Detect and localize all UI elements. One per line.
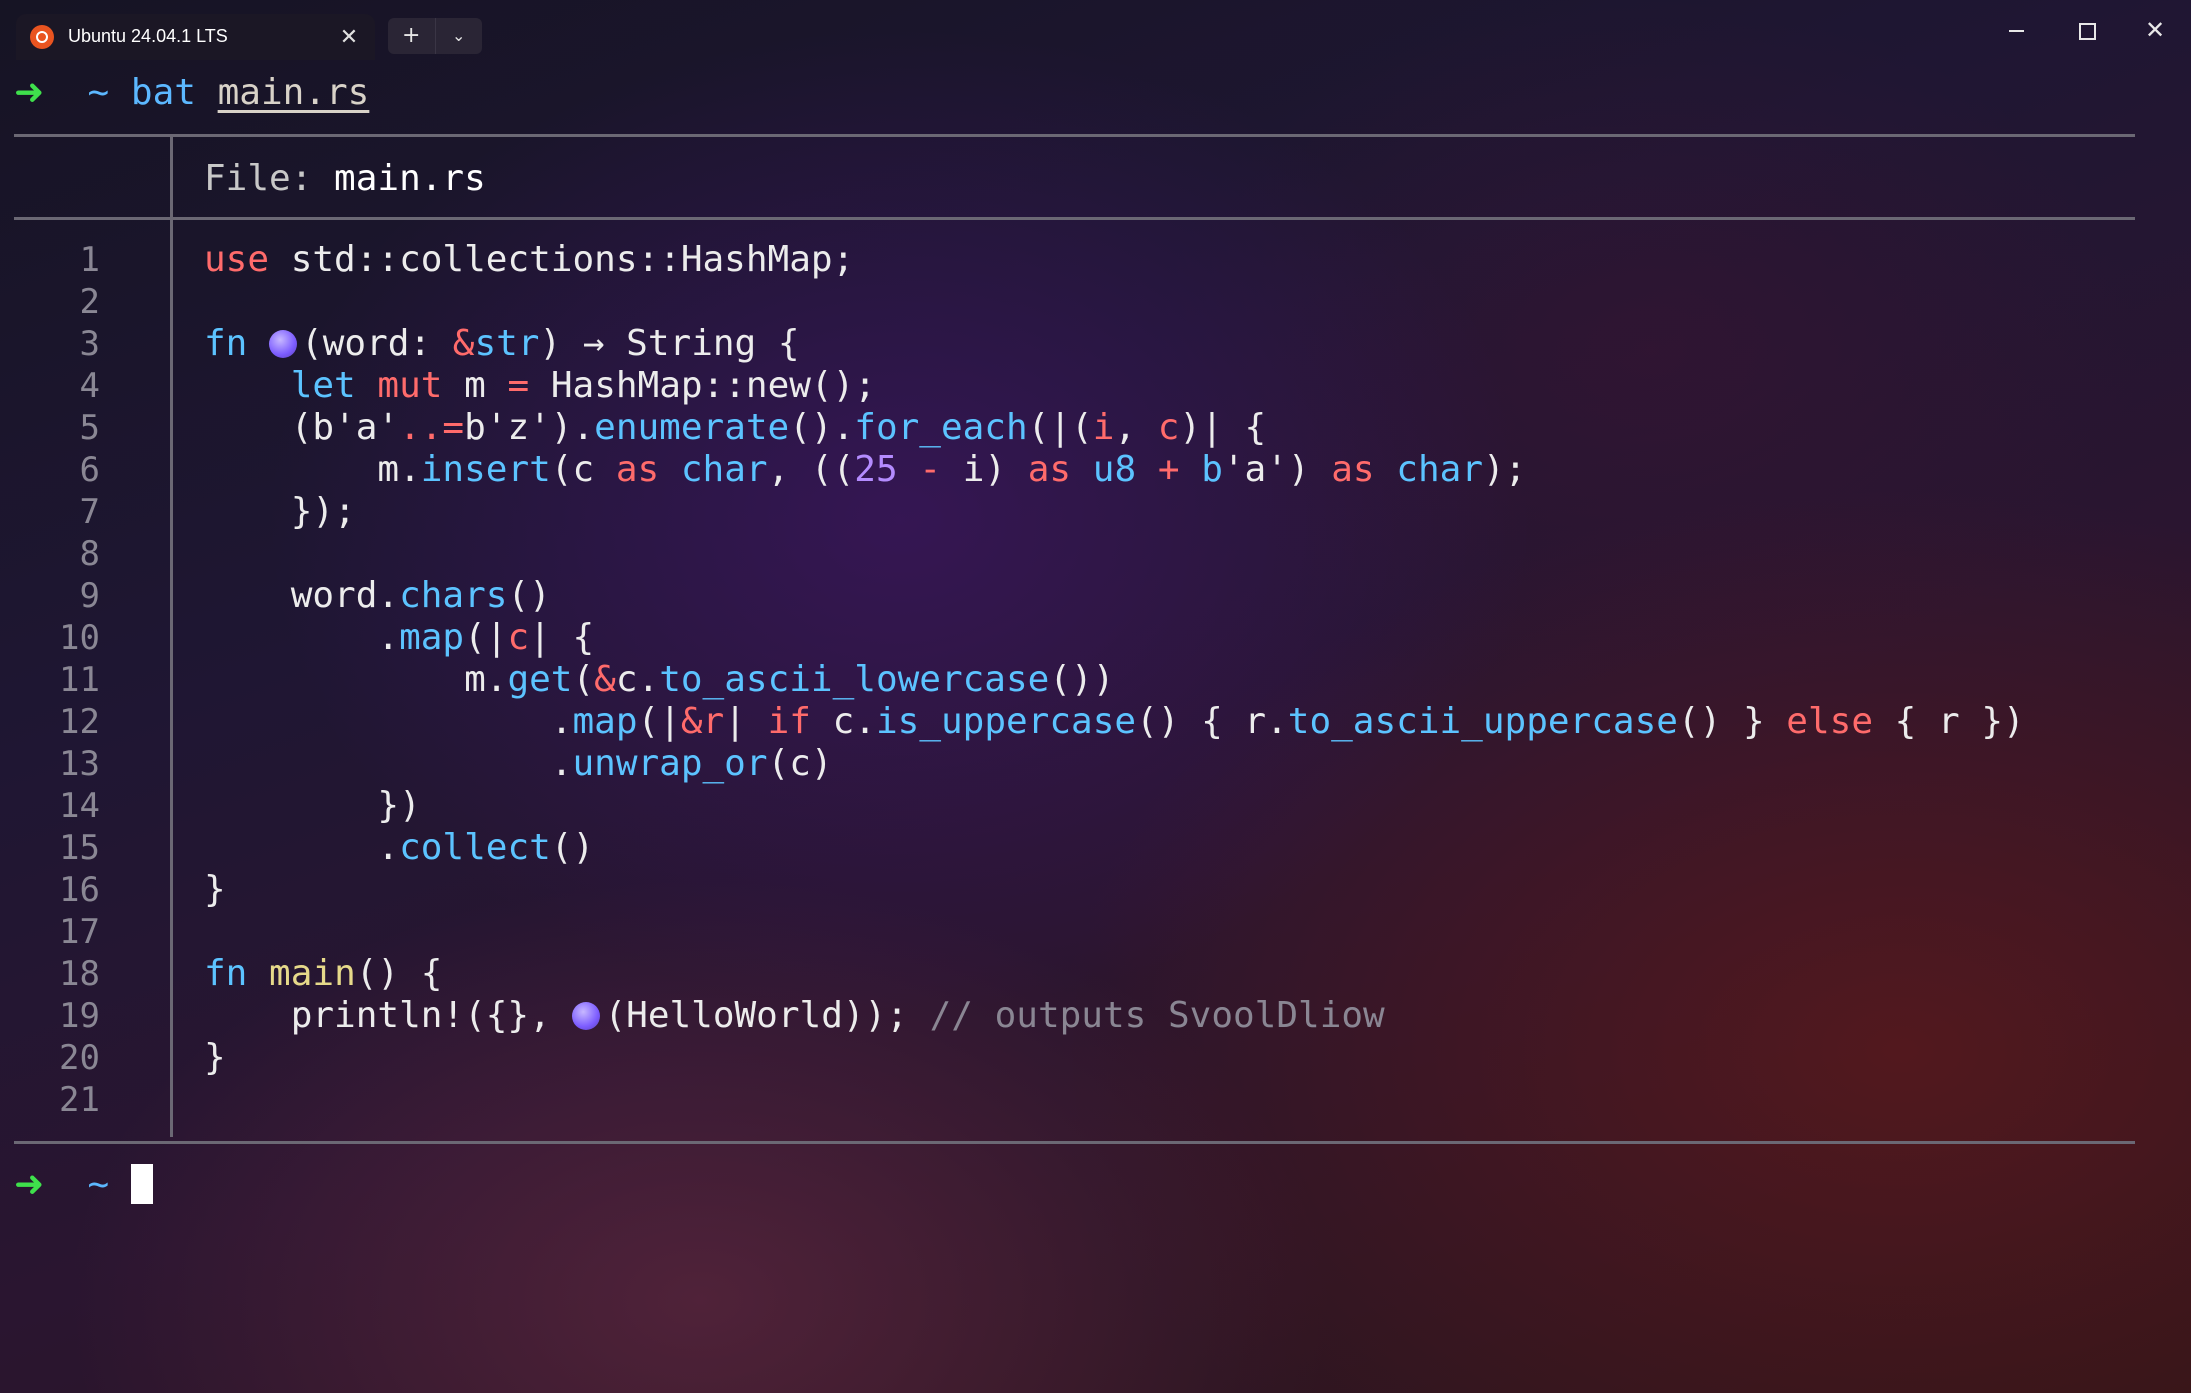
terminal-area[interactable]: ➜ ~ bat main.rs File: main.rs 1234567891… [0,60,2191,1393]
line-number: 1 [79,240,100,280]
line-number: 14 [59,786,100,826]
line-number: 20 [59,1038,100,1078]
line-number: 2 [79,282,100,322]
line-number: 17 [59,912,100,952]
line-number: 18 [59,954,100,994]
line-number: 6 [79,450,100,490]
gutter-divider [170,137,173,1137]
code-line: }) [204,785,421,826]
line-number: 5 [79,408,100,448]
line-number: 19 [59,996,100,1036]
code-line: }); [204,491,356,532]
line-number: 12 [59,702,100,742]
file-name: main.rs [334,158,486,199]
code-line: let mut m = HashMap::new(); [290,365,876,406]
line-number: 13 [59,744,100,784]
line-number: 21 [59,1080,100,1120]
tab-ubuntu[interactable]: Ubuntu 24.04.1 LTS ✕ [16,14,375,60]
crystal-ball-icon [269,330,298,358]
code-line: println!({}, (HelloWorld)); // outputs S… [204,995,1385,1036]
code-view: use std::collections::HashMap; fn (word:… [204,239,2025,1121]
new-tab-group: + ⌄ [388,18,482,54]
code-line: } [204,1037,226,1078]
code-line: m.get(&c.to_ascii_lowercase()) [204,659,1115,700]
line-number: 4 [79,366,100,406]
crystal-ball-icon [572,1002,601,1030]
maximize-button[interactable] [2056,10,2116,50]
line-number: 11 [59,660,100,700]
code-line: .map(|&r| if c.is_uppercase() { r.to_asc… [204,701,2025,742]
ubuntu-icon [30,25,54,49]
code-line: word.chars() [204,575,551,616]
code-line: (b'a'..=b'z').enumerate().for_each(|(i, … [204,407,1267,448]
new-tab-button[interactable]: + [388,18,435,54]
line-number: 3 [79,324,100,364]
line-number: 16 [59,870,100,910]
close-button[interactable]: ✕ [2125,10,2185,50]
command-arg: main.rs [217,72,370,113]
prompt-arrow-icon: ➜ [14,72,45,113]
command-prompt-line: ➜ ~ bat main.rs [14,68,369,118]
divider-top [14,134,2135,137]
minimize-button[interactable] [1986,10,2046,50]
code-line: .unwrap_or(c) [204,743,833,784]
line-number: 10 [59,618,100,658]
prompt-dir: ~ [87,72,110,113]
divider-header [14,217,2135,220]
line-number: 7 [79,492,100,532]
code-line: } [204,869,226,910]
divider-bottom [14,1141,2135,1144]
text-cursor [130,1164,153,1204]
tab-title: Ubuntu 24.04.1 LTS [68,26,228,46]
code-line: fn (word: &str) → String { [204,323,800,364]
line-number: 8 [79,534,100,574]
prompt-dir: ~ [87,1164,110,1205]
code-line: .map(|c| { [204,617,595,658]
code-line: fn main() { [204,953,443,994]
code-line: use std::collections::HashMap; [204,239,855,280]
line-number: 9 [79,576,100,616]
prompt-arrow-icon: ➜ [14,1164,45,1205]
code-line: m.insert(c as char, ((25 - i) as u8 + b'… [204,449,1527,490]
code-line: .collect() [204,827,595,868]
title-bar: Ubuntu 24.04.1 LTS ✕ + ⌄ ✕ [0,0,2191,60]
line-number-gutter: 1 2 3 4 5 6 7 8 9 10 11 12 13 14 15 16 17 18 19 20 21 [14,239,100,1121]
tab-close-icon[interactable]: ✕ [334,22,364,52]
file-label: File: [204,158,335,199]
file-header: File: main.rs [204,154,486,204]
active-prompt-line[interactable]: ➜ ~ [14,1160,153,1210]
command-name: bat [130,72,196,113]
line-number: 15 [59,828,100,868]
chevron-down-icon[interactable]: ⌄ [434,18,483,54]
